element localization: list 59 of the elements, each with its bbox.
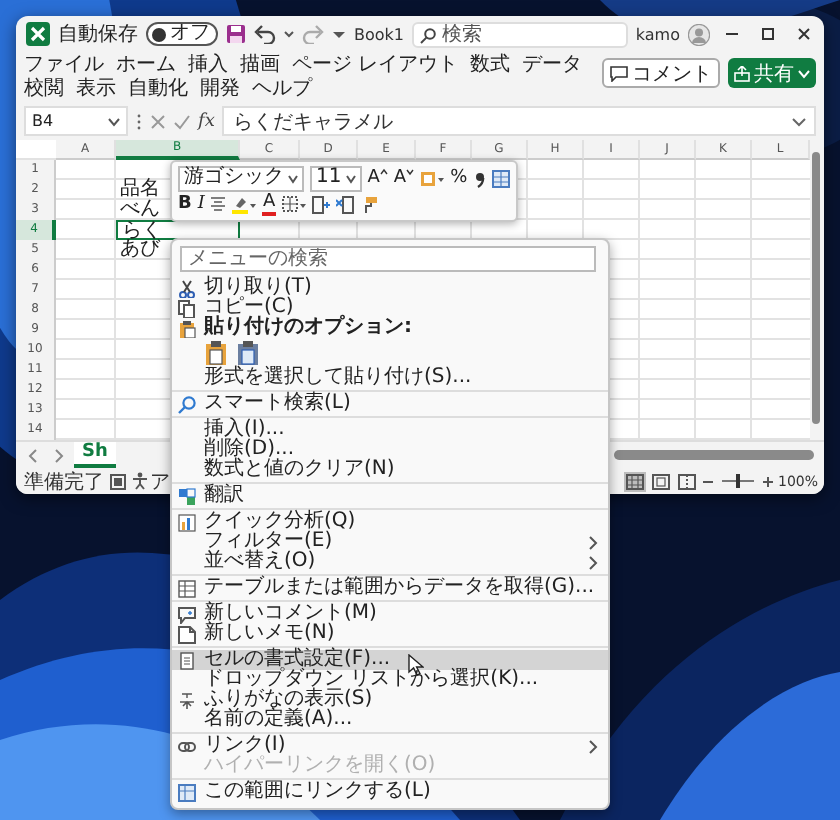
menu-item[interactable]: コピー(C) — [172, 298, 608, 318]
accessibility-button[interactable]: ア — [132, 467, 170, 494]
status-text: 準備完了 — [24, 469, 104, 494]
bold-button[interactable]: B — [178, 193, 192, 215]
menu-search-field[interactable]: メニューの検索 — [180, 246, 596, 272]
menu-item[interactable]: ふりがなの表示(S) — [172, 690, 608, 710]
ribbon-tab[interactable]: 校閲 — [24, 78, 64, 102]
font-color-button[interactable]: A — [262, 193, 276, 215]
comment-button[interactable]: コメント — [602, 58, 720, 88]
cell-text: べん — [118, 200, 160, 218]
menu-item[interactable]: 数式と値のクリア(N) — [172, 460, 608, 480]
menu-item[interactable]: 形式を選択して貼り付け(S)... — [172, 368, 608, 388]
name-box[interactable]: B4 — [24, 106, 128, 136]
menu-item[interactable]: テーブルまたは範囲からデータを取得(G)... — [172, 578, 608, 598]
ribbon-tab[interactable]: 数式 — [470, 54, 511, 78]
menu-item[interactable]: 削除(D)... — [172, 440, 608, 460]
ribbon-tab[interactable]: ヘルプ — [252, 78, 312, 102]
menu-item[interactable]: フィルター(E) — [172, 532, 608, 552]
ribbon-tab[interactable]: 表示 — [76, 78, 116, 102]
autosave-toggle[interactable]: オフ — [146, 22, 218, 46]
sheet-tab[interactable]: Sh — [74, 442, 116, 468]
menu-item[interactable]: セルの書式設定(F)... — [172, 650, 608, 670]
shrink-font-button[interactable]: A — [393, 167, 415, 189]
cell-text: あび — [118, 240, 160, 258]
insert-function-button[interactable]: fx — [198, 111, 215, 131]
menu-item[interactable]: 名前の定義(A)... — [172, 710, 608, 730]
ribbon-tab[interactable]: ホーム — [116, 54, 176, 78]
share-button[interactable]: 共有 — [728, 58, 816, 88]
formula-field[interactable]: らくだキャラメル — [222, 106, 816, 136]
ribbon-tab[interactable]: 開発 — [200, 78, 240, 102]
user-name: kamo — [635, 25, 680, 43]
menu-item[interactable]: 新しいコメント(M) — [172, 604, 608, 624]
menu-heading: 貼り付けのオプション: — [172, 318, 608, 338]
menu-item[interactable]: 新しいメモ(N) — [172, 624, 608, 644]
italic-button[interactable]: I — [197, 193, 205, 215]
document-title: Book1 — [354, 25, 404, 43]
cell-text: 品名 — [118, 180, 160, 198]
font-size-field[interactable]: 11 — [310, 165, 362, 191]
menu-item[interactable]: 切り取り(T) — [172, 278, 608, 298]
menu-item[interactable]: 挿入(I)... — [172, 420, 608, 440]
percent-button[interactable]: % — [450, 167, 468, 189]
menu-item[interactable]: ドロップダウン リストから選択(K)... — [172, 670, 608, 690]
menu-item[interactable]: スマート検索(L) — [172, 394, 608, 414]
menu-item[interactable]: この範囲にリンクする(L) — [172, 782, 608, 802]
menu-item[interactable]: 並べ替え(O) — [172, 552, 608, 572]
grow-font-button[interactable]: A — [367, 167, 388, 189]
ribbon-tab[interactable]: データ — [522, 54, 583, 78]
font-field[interactable]: 游ゴシック — [178, 165, 304, 191]
cell-text: らく — [122, 222, 162, 240]
ribbon-tab[interactable]: 挿入 — [188, 54, 228, 78]
ribbon-tab[interactable]: ファイル — [24, 54, 104, 78]
ribbon-tab[interactable]: 自動化 — [128, 78, 188, 102]
menu-item[interactable]: クイック分析(Q) — [172, 512, 608, 532]
search-field[interactable]: 検索 — [412, 21, 628, 47]
ribbon-tab[interactable]: ページ レイアウト — [292, 54, 459, 78]
autosave-label: 自動保存 — [58, 22, 138, 48]
menu-item[interactable]: リンク(I) — [172, 736, 608, 756]
ribbon-tab[interactable]: 描画 — [240, 54, 280, 78]
menu-item[interactable]: 翻訳 — [172, 486, 608, 506]
